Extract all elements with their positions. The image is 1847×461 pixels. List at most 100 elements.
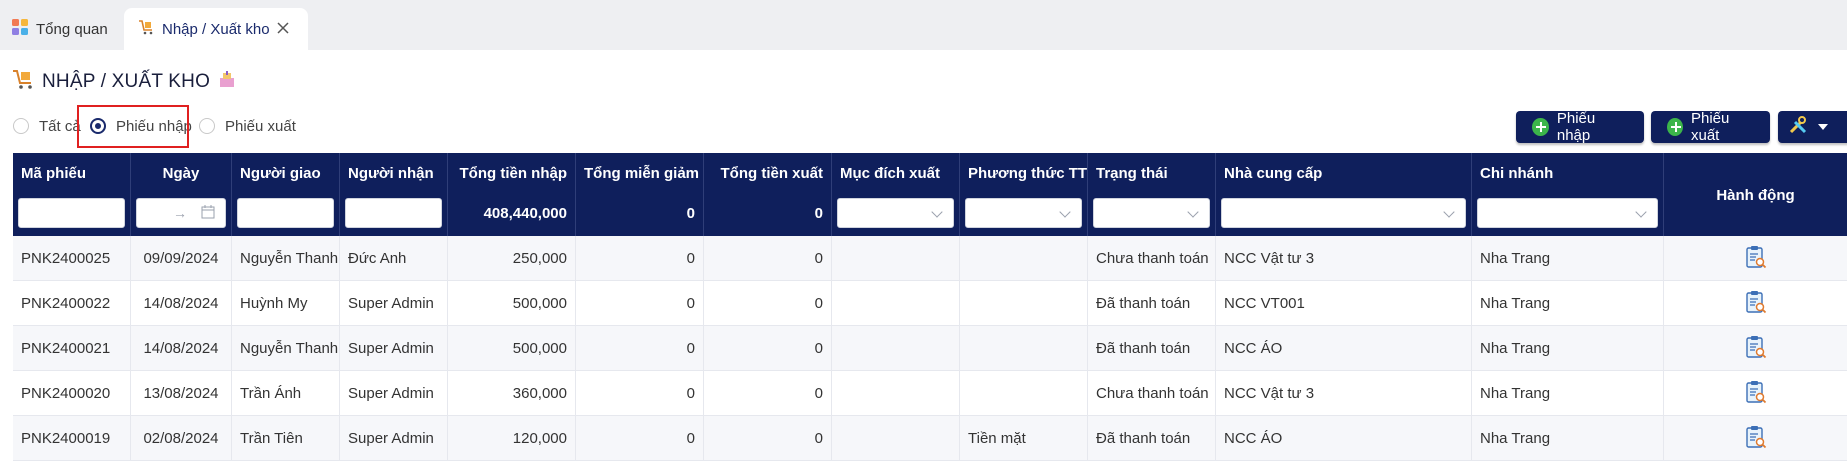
add-import-label: Phiếu nhập <box>1556 110 1596 144</box>
col-date: Ngày → <box>131 153 232 236</box>
cell-export: 0 <box>704 281 832 326</box>
cell-branch: Nha Trang <box>1472 371 1664 416</box>
add-import-button[interactable]: Phiếu nhập <box>1516 110 1644 144</box>
cell-code: PNK2400022 <box>13 281 131 326</box>
column-header: Người giao <box>240 165 321 182</box>
view-detail-icon[interactable] <box>1745 335 1767 363</box>
view-detail-icon[interactable] <box>1745 380 1767 408</box>
tab-inventory[interactable]: Nhập / Xuất kho <box>124 8 308 50</box>
column-header: Tổng tiền xuất <box>720 165 824 182</box>
view-detail-icon[interactable] <box>1745 290 1767 318</box>
column-header: Trạng thái <box>1096 165 1168 182</box>
cell-discount: 0 <box>576 326 704 371</box>
tab-overview[interactable]: Tổng quan <box>12 8 108 50</box>
cell-receiver: Super Admin <box>340 281 448 326</box>
view-detail-icon[interactable] <box>1745 245 1767 273</box>
col-code: Mã phiếu <box>13 153 131 236</box>
status-select[interactable] <box>1093 198 1210 228</box>
cell-deliverer: Trần Tiên <box>232 416 340 461</box>
cell-payment <box>960 371 1088 416</box>
cell-branch: Nha Trang <box>1472 326 1664 371</box>
cell-discount: 0 <box>576 371 704 416</box>
cell-import: 500,000 <box>448 281 576 326</box>
table-row[interactable]: PNK2400021 14/08/2024 Nguyễn Thanh Super Ad… <box>13 326 1847 371</box>
cell-supplier: NCC ÁO <box>1216 326 1472 371</box>
tab-label: Nhập / Xuất kho <box>162 20 270 38</box>
cell-payment <box>960 281 1088 326</box>
col-import-total: Tổng tiền nhập 408,440,000 <box>448 153 576 236</box>
cell-purpose <box>832 281 960 326</box>
cell-payment <box>960 326 1088 371</box>
page-title: NHẬP / XUẤT KHO <box>12 68 236 96</box>
supplier-select[interactable] <box>1221 198 1466 228</box>
date-separator: → <box>173 205 187 221</box>
cell-status: Đã thanh toán <box>1088 281 1216 326</box>
date-range-filter[interactable]: → <box>136 198 226 228</box>
cell-discount: 0 <box>576 236 704 281</box>
cell-deliverer: Huỳnh My <box>232 281 340 326</box>
cell-date: 13/08/2024 <box>131 371 232 416</box>
package-icon <box>218 70 236 94</box>
purpose-select[interactable] <box>837 198 954 228</box>
radio-circle[interactable] <box>199 118 215 134</box>
cell-date: 14/08/2024 <box>131 281 232 326</box>
close-icon[interactable] <box>274 19 292 37</box>
radio-all[interactable]: Tất cả <box>13 116 81 136</box>
col-status: Trạng thái <box>1088 153 1216 236</box>
col-branch: Chi nhánh <box>1472 153 1664 236</box>
column-header: Tổng miễn giảm <box>584 165 700 182</box>
column-header: Nhà cung cấp <box>1224 165 1323 182</box>
cell-receiver: Super Admin <box>340 416 448 461</box>
branch-select[interactable] <box>1477 198 1658 228</box>
col-payment: Phương thức TT <box>960 153 1088 236</box>
table-row[interactable]: PNK2400025 09/09/2024 Nguyễn Thanh Đức Anh 2… <box>13 236 1847 281</box>
cell-receiver: Super Admin <box>340 326 448 371</box>
payment-select[interactable] <box>965 198 1082 228</box>
cell-export: 0 <box>704 326 832 371</box>
table-row[interactable]: PNK2400019 02/08/2024 Trần Tiên Super Admin… <box>13 416 1847 461</box>
cell-import: 500,000 <box>448 326 576 371</box>
cart-icon <box>12 68 34 96</box>
table-row[interactable]: PNK2400022 14/08/2024 Huỳnh My Super Admin 5… <box>13 281 1847 326</box>
cell-date: 02/08/2024 <box>131 416 232 461</box>
cell-purpose <box>832 326 960 371</box>
cell-status: Chưa thanh toán <box>1088 236 1216 281</box>
plus-icon <box>1532 118 1549 136</box>
cell-export: 0 <box>704 236 832 281</box>
cell-actions <box>1664 371 1847 416</box>
tab-label: Tổng quan <box>36 20 108 38</box>
dashboard-icon <box>12 19 28 39</box>
cell-status: Đã thanh toán <box>1088 326 1216 371</box>
chevron-down-icon <box>1818 124 1828 130</box>
highlight-box <box>77 105 189 148</box>
cell-purpose <box>832 416 960 461</box>
cell-payment <box>960 236 1088 281</box>
chevron-down-icon <box>931 206 943 218</box>
tools-dropdown-button[interactable] <box>1778 111 1847 143</box>
radio-circle[interactable] <box>13 118 29 134</box>
cart-icon <box>138 19 154 39</box>
col-purpose: Mục đích xuất <box>832 153 960 236</box>
discount-sum: 0 <box>686 205 695 222</box>
cell-deliverer: Nguyễn Thanh <box>232 326 340 371</box>
cell-receiver: Super Admin <box>340 371 448 416</box>
cell-code: PNK2400020 <box>13 371 131 416</box>
column-header: Người nhận <box>348 165 434 182</box>
receiver-filter-input[interactable] <box>345 198 442 228</box>
cell-actions <box>1664 281 1847 326</box>
cell-supplier: NCC Vật tư 3 <box>1216 371 1472 416</box>
column-header: Ngày <box>162 165 200 182</box>
add-export-button[interactable]: Phiếu xuất <box>1651 110 1770 144</box>
chevron-down-icon <box>1187 206 1199 218</box>
view-detail-icon[interactable] <box>1745 425 1767 453</box>
calendar-icon <box>201 204 215 222</box>
radio-label: Phiếu xuất <box>225 117 296 135</box>
cell-payment: Tiền mặt <box>960 416 1088 461</box>
deliverer-filter-input[interactable] <box>237 198 334 228</box>
radio-export[interactable]: Phiếu xuất <box>199 116 296 136</box>
col-export-total: Tổng tiền xuất 0 <box>704 153 832 236</box>
table-row[interactable]: PNK2400020 13/08/2024 Trần Ánh Super Admin 3… <box>13 371 1847 416</box>
plus-icon <box>1667 118 1683 136</box>
code-filter-input[interactable] <box>18 198 125 228</box>
col-actions: Hành động <box>1664 153 1847 236</box>
